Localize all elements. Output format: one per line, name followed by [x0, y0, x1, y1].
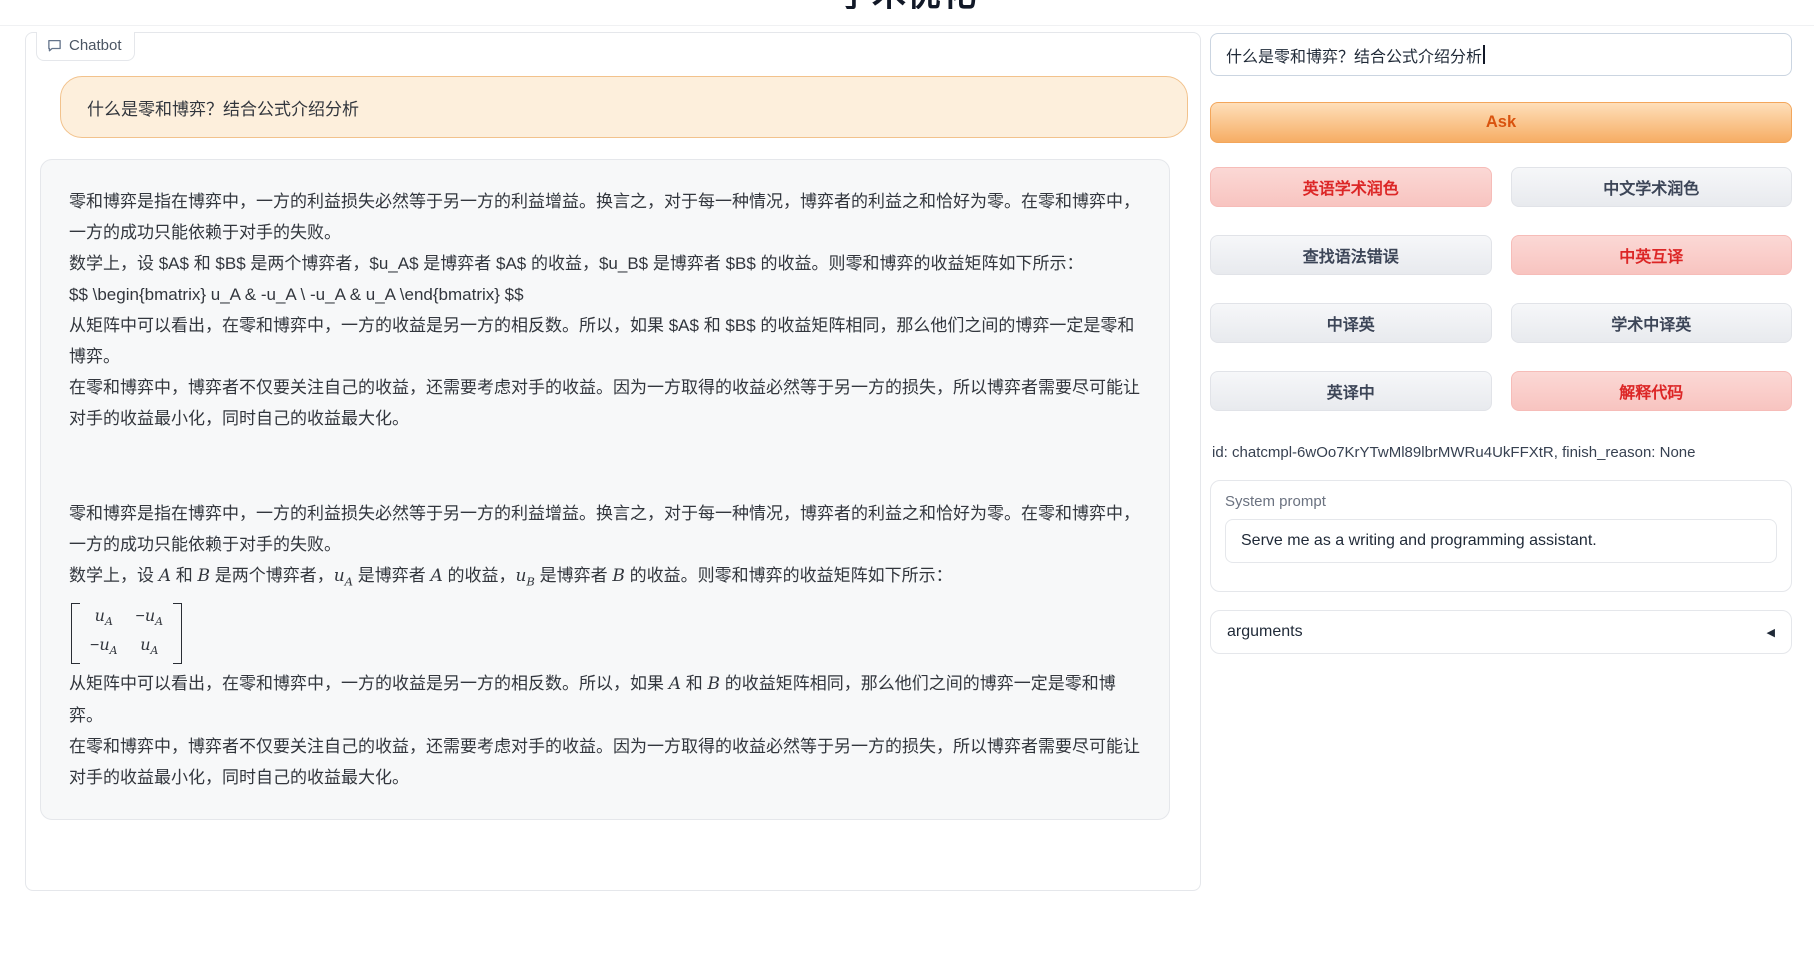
bot-rendered-paragraph: 从矩阵中可以看出，在零和博弈中，一方的收益是另一方的相反数。所以，如果 A 和 … [69, 668, 1141, 731]
fn-button-chinese-academic-polish[interactable]: 中文学术润色 [1511, 167, 1793, 207]
page-title-clipped: 学术优化 [0, 0, 1814, 9]
matrix-cell: −uA [90, 634, 118, 662]
bot-rendered-paragraph: 数学上，设 A 和 B 是两个博弈者，uA 是博弈者 A 的收益，uB 是博弈者… [69, 560, 1141, 597]
response-status-line: id: chatcmpl-6wOo7KrYTwMl89lbrMWRu4UkFFX… [1212, 444, 1696, 461]
fn-button-zh-en-mutual-translate[interactable]: 中英互译 [1511, 235, 1793, 275]
system-prompt-box: System prompt Serve me as a writing and … [1210, 480, 1792, 592]
bot-raw-paragraph: 在零和博弈中，博弈者不仅要关注自己的收益，还需要考虑对手的收益。因为一方取得的收… [69, 372, 1141, 434]
question-input-value: 什么是零和博弈？结合公式介绍分析 [1226, 43, 1482, 67]
bot-message-bubble: 零和博弈是指在博弈中，一方的利益损失必然等于另一方的利益增益。换言之，对于每一种… [40, 159, 1170, 820]
bot-raw-paragraph: 数学上，设 $A$ 和 $B$ 是两个博弈者，$u_A$ 是博弈者 $A$ 的收… [69, 248, 1141, 279]
message-version-gap [69, 434, 1141, 498]
chatbot-panel: Chatbot 什么是零和博弈？结合公式介绍分析 零和博弈是指在博弈中，一方的利… [25, 32, 1201, 891]
fn-button-zh-to-en[interactable]: 中译英 [1210, 303, 1492, 343]
bot-rendered-paragraph: 在零和博弈中，博弈者不仅要关注自己的收益，还需要考虑对手的收益。因为一方取得的收… [69, 731, 1141, 793]
system-prompt-input[interactable]: Serve me as a writing and programming as… [1225, 519, 1777, 563]
chatbot-label-text: Chatbot [69, 37, 122, 54]
ask-button[interactable]: Ask [1210, 102, 1792, 143]
user-message-bubble: 什么是零和博弈？结合公式介绍分析 [60, 76, 1188, 138]
top-divider [0, 25, 1814, 26]
matrix-cell: uA [136, 634, 164, 662]
fn-button-explain-code[interactable]: 解释代码 [1511, 371, 1793, 411]
system-prompt-label: System prompt [1225, 493, 1777, 510]
matrix-right-bracket [173, 603, 182, 663]
payoff-matrix: uA −uA −uA uA [71, 603, 1141, 663]
bot-raw-latex-line: $$ \begin{bmatrix} u_A & -u_A \ -u_A & u… [69, 279, 1141, 310]
matrix-left-bracket [71, 603, 80, 663]
fn-button-en-to-zh[interactable]: 英译中 [1210, 371, 1492, 411]
fn-button-find-grammar-errors[interactable]: 查找语法错误 [1210, 235, 1492, 275]
arguments-accordion-label: arguments [1227, 623, 1303, 641]
matrix-cell: −uA [136, 605, 164, 633]
chat-bubble-icon [47, 38, 62, 53]
fn-button-english-academic-polish[interactable]: 英语学术润色 [1210, 167, 1492, 207]
matrix-cell: uA [90, 605, 118, 633]
text-caret [1483, 45, 1485, 64]
collapse-arrow-icon: ◀ [1767, 626, 1775, 639]
bot-rendered-paragraph: 零和博弈是指在博弈中，一方的利益损失必然等于另一方的利益增益。换言之，对于每一种… [69, 498, 1141, 560]
page-title: 学术优化 [0, 0, 1814, 9]
function-button-grid: 英语学术润色 中文学术润色 查找语法错误 中英互译 中译英 学术中译英 英译中 … [1210, 167, 1792, 411]
user-message-text: 什么是零和博弈？结合公式介绍分析 [87, 95, 359, 120]
chatbot-label: Chatbot [36, 32, 135, 61]
arguments-accordion[interactable]: arguments ◀ [1210, 610, 1792, 654]
bot-raw-paragraph: 从矩阵中可以看出，在零和博弈中，一方的收益是另一方的相反数。所以，如果 $A$ … [69, 310, 1141, 372]
fn-button-academic-zh-to-en[interactable]: 学术中译英 [1511, 303, 1793, 343]
bot-raw-paragraph: 零和博弈是指在博弈中，一方的利益损失必然等于另一方的利益增益。换言之，对于每一种… [69, 186, 1141, 248]
question-input[interactable]: 什么是零和博弈？结合公式介绍分析 [1210, 33, 1792, 76]
